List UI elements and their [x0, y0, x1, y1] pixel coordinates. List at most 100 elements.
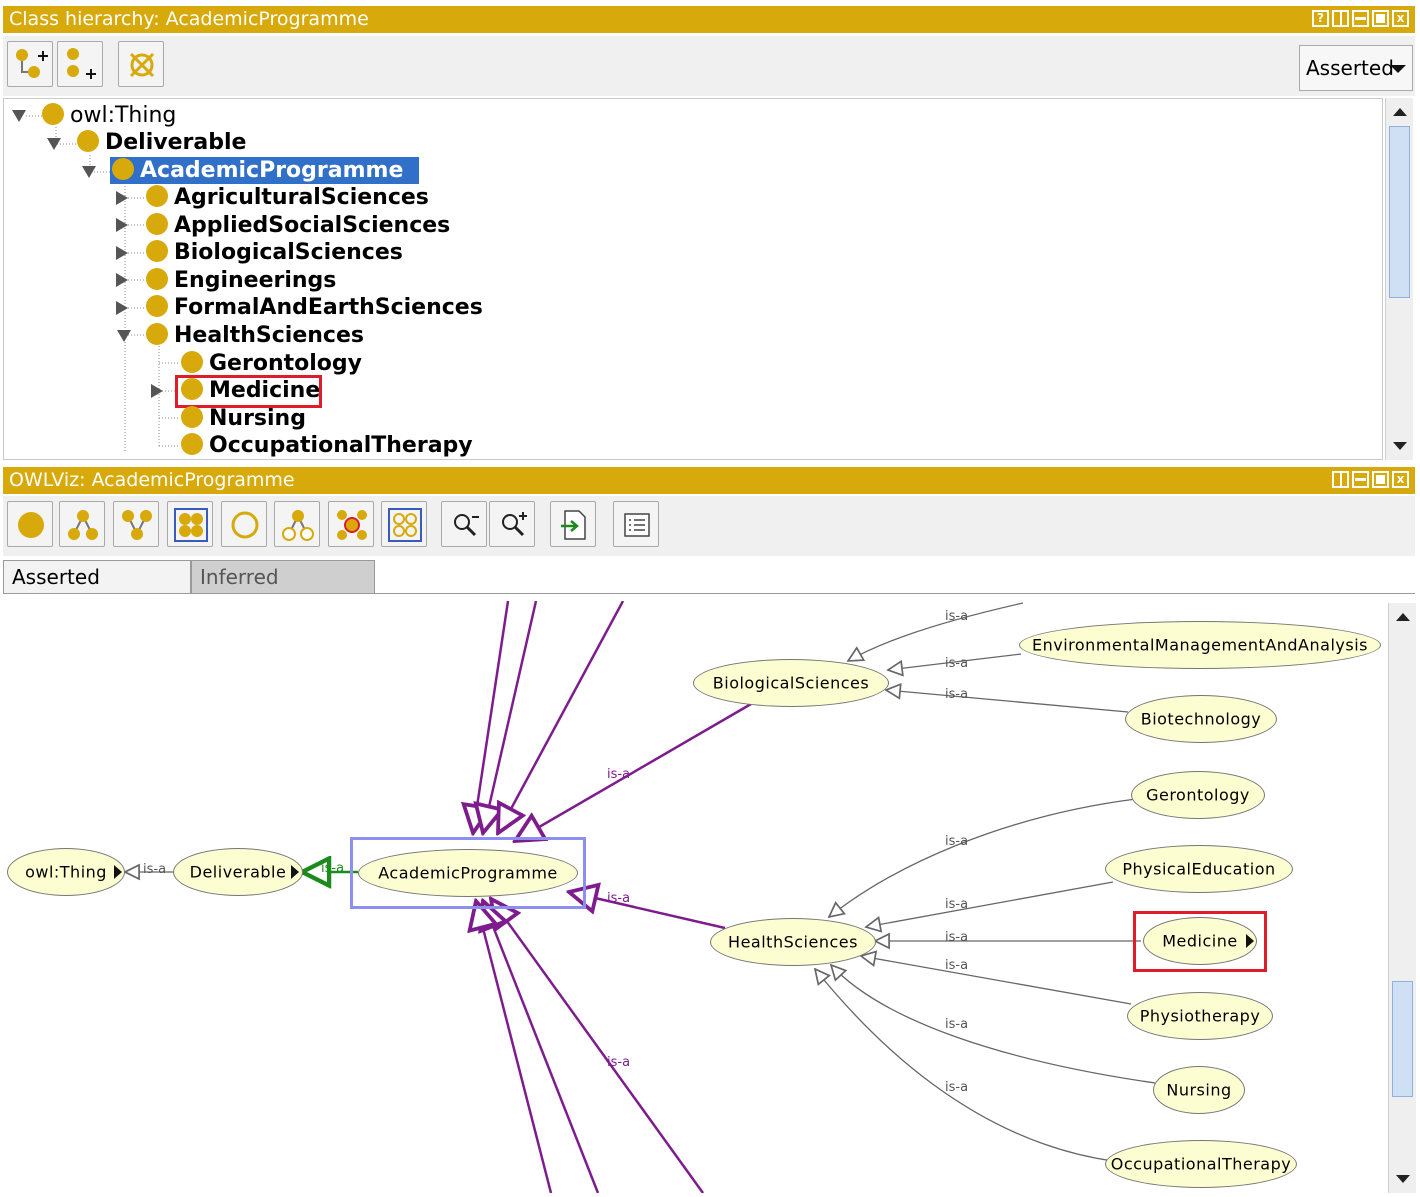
edge-is-a	[848, 602, 1024, 661]
hide-others-button[interactable]	[328, 501, 374, 547]
expanded-arrow-icon[interactable]	[12, 110, 26, 122]
hide-class-button[interactable]	[221, 501, 267, 547]
zoom-out-button[interactable]	[441, 501, 487, 547]
scroll-down-icon[interactable]	[1396, 1175, 1410, 1183]
node-biological-sciences[interactable]: BiologicalSciences	[693, 659, 889, 707]
zoom-in-button[interactable]	[489, 501, 535, 547]
class-icon	[146, 295, 168, 317]
node-physical-education[interactable]: PhysicalEducation	[1105, 845, 1293, 893]
export-button[interactable]	[550, 501, 596, 547]
edge-label: is-a	[607, 891, 630, 906]
list-icon	[624, 513, 650, 537]
edge-label: is-a	[945, 930, 968, 945]
node-label: Nursing	[1166, 1080, 1232, 1100]
subclasses-icon	[68, 510, 98, 540]
medicine-highlight-box	[175, 375, 322, 408]
close-icon[interactable]: x	[1392, 471, 1409, 488]
collapsed-arrow-icon[interactable]	[151, 384, 163, 398]
tree-item-agricultural-sciences[interactable]: AgriculturalSciences	[146, 184, 429, 211]
delete-class-button[interactable]	[118, 41, 164, 87]
scroll-up-icon[interactable]	[1396, 613, 1410, 621]
class-icon	[146, 185, 168, 207]
tab-asserted-hierarchy[interactable]: Asserted hierarchy	[3, 560, 191, 622]
add-subclass-button[interactable]	[7, 41, 53, 87]
show-all-classes-button[interactable]	[167, 501, 213, 547]
add-sibling-button[interactable]	[57, 41, 103, 87]
expanded-arrow-icon[interactable]	[82, 166, 96, 178]
scroll-thumb[interactable]	[1392, 981, 1413, 1097]
hierarchy-mode-select[interactable]: Asserted	[1299, 45, 1413, 91]
tree-item-engineerings[interactable]: Engineerings	[146, 267, 336, 294]
scroll-up-icon[interactable]	[1393, 108, 1407, 116]
split-view-icon[interactable]	[1332, 471, 1349, 488]
tree-item-nursing[interactable]: Nursing	[181, 405, 306, 432]
split-view-icon[interactable]	[1332, 10, 1349, 27]
scroll-thumb[interactable]	[1389, 126, 1410, 298]
tree-item-applied-social-sciences[interactable]: AppliedSocialSciences	[146, 212, 450, 239]
node-health-sciences[interactable]: HealthSciences	[710, 918, 876, 966]
expanded-arrow-icon[interactable]	[117, 330, 131, 342]
options-button[interactable]	[613, 501, 659, 547]
node-owl-thing[interactable]: owl:Thing	[7, 848, 125, 896]
edge-is-a	[569, 892, 726, 930]
help-icon[interactable]: ?	[1312, 10, 1329, 27]
close-icon[interactable]: x	[1392, 10, 1409, 27]
edge-label: is-a	[321, 861, 344, 876]
node-physiotherapy[interactable]: Physiotherapy	[1127, 992, 1273, 1040]
export-icon	[561, 510, 586, 540]
class-icon	[77, 130, 99, 152]
minimize-icon[interactable]	[1352, 471, 1369, 488]
node-label: HealthSciences	[728, 932, 858, 952]
add-sibling-icon	[67, 48, 96, 79]
expanded-arrow-icon[interactable]	[47, 138, 61, 150]
tab-inferred-hierarchy[interactable]: Inferred hierarchy	[191, 560, 375, 622]
tree-item-occupational-therapy[interactable]: OccupationalTherapy	[181, 432, 473, 459]
show-subclasses-button[interactable]	[59, 501, 105, 547]
tree-item-health-sciences[interactable]: HealthSciences	[146, 322, 364, 349]
maximize-icon[interactable]	[1372, 471, 1389, 488]
collapsed-arrow-icon[interactable]	[116, 191, 128, 205]
tree-item-biological-sciences[interactable]: BiologicalSciences	[146, 239, 403, 266]
node-label: Deliverable	[189, 862, 287, 882]
edge-label: is-a	[945, 656, 968, 671]
maximize-icon[interactable]	[1372, 10, 1389, 27]
hide-subclasses-button[interactable]	[274, 501, 320, 547]
collapsed-arrow-icon[interactable]	[116, 301, 128, 315]
node-gerontology[interactable]: Gerontology	[1131, 771, 1265, 819]
tree-item-label: owl:Thing	[70, 103, 177, 128]
show-superclasses-button[interactable]	[113, 501, 159, 547]
tree-item-deliverable[interactable]: Deliverable	[77, 129, 246, 156]
show-class-button[interactable]	[7, 501, 53, 547]
edge-is-a	[491, 899, 705, 1193]
graph-scrollbar[interactable]	[1388, 603, 1416, 1193]
expand-node-icon[interactable]	[114, 865, 122, 879]
collapsed-arrow-icon[interactable]	[116, 273, 128, 287]
scroll-down-icon[interactable]	[1393, 442, 1407, 450]
class-outline-icon	[231, 511, 259, 539]
edge-label: is-a	[143, 862, 166, 877]
zoom-in-icon	[502, 512, 527, 537]
tree-item-academic-programme[interactable]: AcademicProgramme	[110, 157, 420, 184]
tree-item-label: AgriculturalSciences	[174, 185, 429, 210]
tree-item-gerontology[interactable]: Gerontology	[181, 350, 362, 377]
collapsed-arrow-icon[interactable]	[116, 246, 128, 260]
hide-all-icon	[388, 508, 422, 542]
node-nursing[interactable]: Nursing	[1153, 1066, 1245, 1114]
collapsed-arrow-icon[interactable]	[116, 218, 128, 232]
chevron-down-icon	[1390, 65, 1406, 73]
zoom-out-icon	[454, 514, 479, 537]
node-label: Gerontology	[1146, 785, 1250, 805]
tree-item-formal-and-earth-sciences[interactable]: FormalAndEarthSciences	[146, 294, 483, 321]
node-occupational-therapy[interactable]: OccupationalTherapy	[1105, 1140, 1297, 1188]
node-deliverable[interactable]: Deliverable	[173, 848, 303, 896]
expand-node-icon[interactable]	[291, 865, 299, 879]
class-tree-scrollbar[interactable]	[1385, 98, 1413, 460]
node-biotechnology[interactable]: Biotechnology	[1125, 695, 1277, 743]
minimize-icon[interactable]	[1352, 10, 1369, 27]
node-environmental-management[interactable]: EnvironmentalManagementAndAnalysis	[1019, 621, 1381, 669]
node-label: BiologicalSciences	[712, 673, 870, 693]
node-label: EnvironmentalManagementAndAnalysis	[1032, 635, 1368, 655]
tree-item-owl-thing[interactable]: owl:Thing	[42, 102, 176, 129]
node-label: owl:Thing	[25, 862, 107, 882]
hide-all-classes-button[interactable]	[381, 501, 427, 547]
